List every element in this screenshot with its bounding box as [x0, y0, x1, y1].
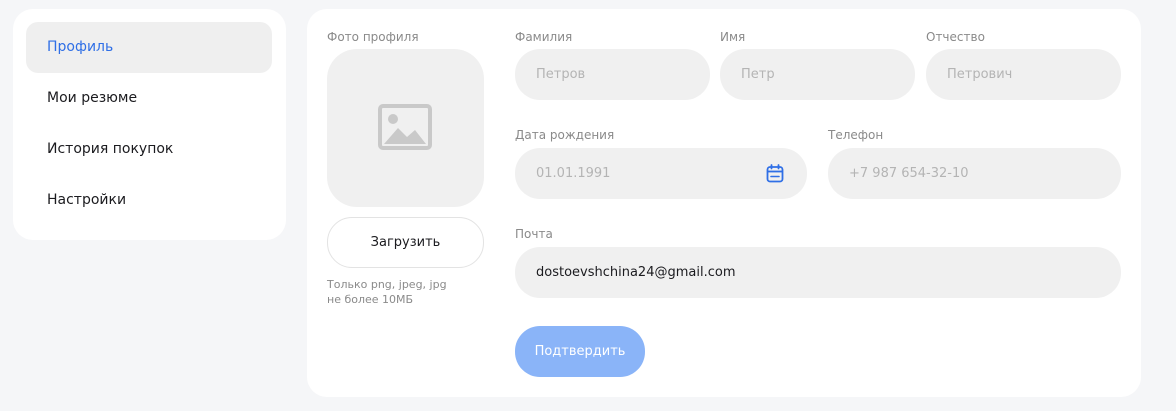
email-field[interactable] [515, 247, 1121, 298]
upload-hint-size: не более 10МБ [327, 293, 414, 306]
sidebar-item-purchase-history[interactable]: История покупок [26, 124, 272, 175]
photo-label: Фото профиля [327, 30, 419, 44]
upload-hint: Только png, jpeg, jpg не более 10МБ [327, 277, 447, 307]
sidebar-item-settings[interactable]: Настройки [26, 175, 272, 226]
upload-photo-button[interactable]: Загрузить [327, 217, 484, 268]
profile-photo-placeholder[interactable] [327, 49, 484, 207]
patronymic-label: Отчество [926, 30, 985, 44]
birth-date-field[interactable] [515, 148, 807, 199]
sidebar-item-profile[interactable]: Профиль [26, 22, 272, 73]
first-name-field[interactable] [720, 49, 915, 100]
phone-field[interactable] [828, 148, 1121, 199]
patronymic-field[interactable] [926, 49, 1121, 100]
last-name-field[interactable] [515, 49, 710, 100]
submit-button[interactable]: Подтвердить [515, 326, 645, 377]
sidebar-item-my-resumes[interactable]: Мои резюме [26, 73, 272, 124]
first-name-label: Имя [720, 30, 746, 44]
profile-form-card: Фото профиля Загрузить Только png, jpeg,… [307, 9, 1141, 397]
last-name-label: Фамилия [515, 30, 573, 44]
upload-hint-formats: Только png, jpeg, jpg [327, 278, 447, 291]
email-label: Почта [515, 227, 553, 241]
profile-sidebar: Профиль Мои резюме История покупок Настр… [13, 9, 286, 240]
image-placeholder-icon [378, 104, 432, 150]
birth-date-label: Дата рождения [515, 128, 615, 142]
phone-label: Телефон [828, 128, 884, 142]
calendar-icon[interactable] [766, 164, 784, 183]
